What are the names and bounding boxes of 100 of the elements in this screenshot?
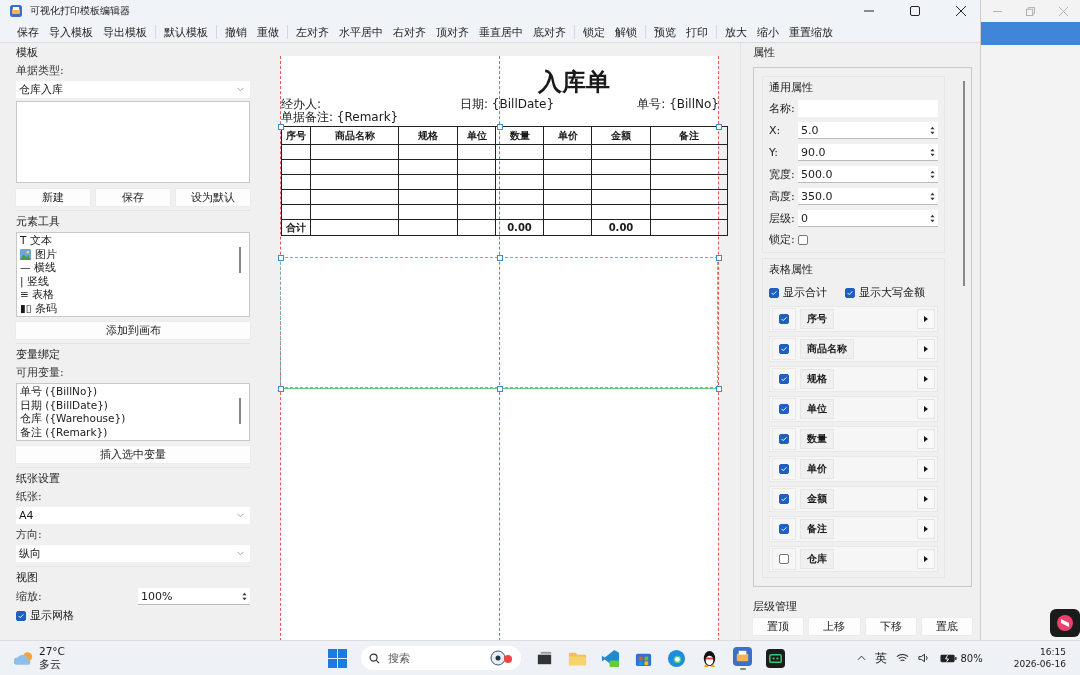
layer-button[interactable]: 上移: [809, 618, 860, 635]
search-box[interactable]: 搜索: [361, 646, 521, 670]
toolbar-button[interactable]: 撤销: [220, 24, 252, 40]
layer-button[interactable]: 下移: [865, 618, 916, 635]
checkbox[interactable]: [779, 434, 789, 444]
close-icon[interactable]: [956, 6, 966, 16]
number-spinbox[interactable]: 5.0: [798, 122, 938, 139]
remark-field[interactable]: 单据备注: {Remark}: [281, 109, 399, 126]
toolbar-button[interactable]: 导入模板: [44, 24, 98, 40]
add-to-canvas-button[interactable]: 添加到画布: [16, 322, 250, 339]
checkbox[interactable]: [779, 464, 789, 474]
list-item[interactable]: 图片: [35, 247, 57, 261]
expand-button[interactable]: [917, 309, 935, 329]
windows-start-icon[interactable]: [328, 648, 347, 668]
checkbox[interactable]: [779, 344, 789, 354]
input-method-indicator[interactable]: 英: [875, 649, 888, 667]
expand-button[interactable]: [917, 399, 935, 419]
list-item[interactable]: T 文本: [20, 234, 52, 248]
expand-button[interactable]: [917, 429, 935, 449]
resize-handle[interactable]: [278, 255, 284, 261]
expand-button[interactable]: [917, 369, 935, 389]
number-spinbox[interactable]: 90.0: [798, 144, 938, 161]
list-item[interactable]: ▮▯ 条码: [20, 301, 57, 315]
resize-handle[interactable]: [278, 124, 284, 130]
checkbox[interactable]: [798, 234, 808, 245]
expand-button[interactable]: [917, 459, 935, 479]
list-item[interactable]: ≡ 表格: [20, 288, 55, 302]
resize-handle[interactable]: [497, 124, 503, 130]
toolbar-button[interactable]: 保存: [12, 24, 44, 40]
resize-handle[interactable]: [278, 386, 284, 392]
toolbar-button[interactable]: 默认模板: [159, 24, 213, 40]
checkbox[interactable]: [779, 554, 789, 564]
battery-icon[interactable]: [940, 653, 958, 663]
insert-variable-button[interactable]: 插入选中变量: [16, 446, 250, 463]
expand-button[interactable]: [917, 489, 935, 509]
layer-button[interactable]: 置底: [921, 618, 972, 635]
maximize-icon[interactable]: [910, 6, 920, 16]
resize-handle[interactable]: [716, 124, 722, 130]
toolbar-button[interactable]: 顶对齐: [431, 24, 474, 40]
checkbox[interactable]: [779, 314, 789, 324]
variable-list[interactable]: 单号 ({BillNo}) 日期 ({BillDate}) 仓库 ({Warehouse}) 备注 ({Remark}): [16, 383, 250, 441]
terminal-icon[interactable]: [766, 648, 785, 668]
orientation-dropdown[interactable]: 纵向: [16, 545, 250, 562]
scrollbar-thumb[interactable]: [963, 81, 965, 286]
date-field[interactable]: 日期: {BillDate}: [460, 96, 555, 113]
clock-time[interactable]: 16:15: [1040, 646, 1066, 658]
items-table[interactable]: 序号 商品名称 规格 单位 数量 单价 金额 备注 合计 0.00 0.00: [281, 126, 728, 236]
toolbar-button[interactable]: 预览: [649, 24, 681, 40]
document-title[interactable]: 入库单: [538, 66, 610, 98]
toolbar-button[interactable]: 底对齐: [528, 24, 571, 40]
checkbox[interactable]: [845, 287, 855, 298]
wifi-icon[interactable]: [896, 653, 910, 663]
element-list[interactable]: T 文本 图片 — 横线 | 竖线 ≡ 表格 ▮▯ 条码: [16, 232, 250, 317]
toolbar-button[interactable]: 重做: [252, 24, 284, 40]
toolbar-button[interactable]: 锁定: [578, 24, 610, 40]
checkbox[interactable]: [779, 524, 789, 534]
list-item[interactable]: — 横线: [20, 261, 56, 275]
resize-handle[interactable]: [497, 386, 503, 392]
toolbar-button[interactable]: 右对齐: [388, 24, 431, 40]
toolbar-button[interactable]: 解锁: [610, 24, 642, 40]
code-editor-icon[interactable]: [601, 648, 620, 668]
toolbar-button[interactable]: 导出模板: [98, 24, 152, 40]
toolbar-button[interactable]: 左对齐: [291, 24, 334, 40]
resize-handle[interactable]: [497, 255, 503, 261]
expand-button[interactable]: [917, 339, 935, 359]
expand-button[interactable]: [917, 549, 935, 569]
list-item[interactable]: 单号 ({BillNo}): [20, 385, 246, 399]
expand-button[interactable]: [917, 519, 935, 539]
number-spinbox[interactable]: 500.0: [798, 166, 938, 183]
checkbox[interactable]: [769, 287, 779, 298]
checkbox[interactable]: [779, 494, 789, 504]
checkbox[interactable]: [779, 374, 789, 384]
toolbar-button[interactable]: 放大: [720, 24, 752, 40]
chevron-up-icon[interactable]: [857, 655, 867, 661]
app-shortcut-icon[interactable]: [1050, 609, 1080, 637]
paper-size-dropdown[interactable]: A4: [16, 507, 250, 524]
zoom-spinbox[interactable]: 100%: [138, 588, 250, 605]
toolbar-button[interactable]: 垂直居中: [474, 24, 528, 40]
list-item[interactable]: | 竖线: [20, 274, 49, 288]
app-icon[interactable]: [733, 646, 752, 666]
number-spinbox[interactable]: 0: [798, 210, 938, 227]
clock-date[interactable]: 2026-06-16: [1013, 658, 1066, 670]
document-type-dropdown[interactable]: 仓库入库: [16, 81, 250, 98]
list-item[interactable]: 日期 ({BillDate}): [20, 398, 246, 412]
toolbar-button[interactable]: 打印: [681, 24, 713, 40]
resize-handle[interactable]: [716, 386, 722, 392]
scrollbar-thumb[interactable]: [239, 398, 241, 424]
scrollbar-thumb[interactable]: [239, 247, 241, 273]
toolbar-button[interactable]: 重置缩放: [784, 24, 838, 40]
template-button[interactable]: 保存: [96, 189, 170, 206]
template-button[interactable]: 新建: [16, 189, 90, 206]
toolbar-button[interactable]: 水平居中: [334, 24, 388, 40]
resize-handle[interactable]: [716, 255, 722, 261]
checkbox[interactable]: [16, 610, 26, 621]
list-item[interactable]: 备注 ({Remark}): [20, 425, 246, 439]
checkbox[interactable]: [779, 404, 789, 414]
bill-number-field[interactable]: 单号: {BillNo}: [637, 96, 719, 113]
template-button[interactable]: 设为默认: [176, 189, 250, 206]
browser-icon[interactable]: [667, 648, 686, 668]
layer-button[interactable]: 置顶: [753, 618, 804, 635]
